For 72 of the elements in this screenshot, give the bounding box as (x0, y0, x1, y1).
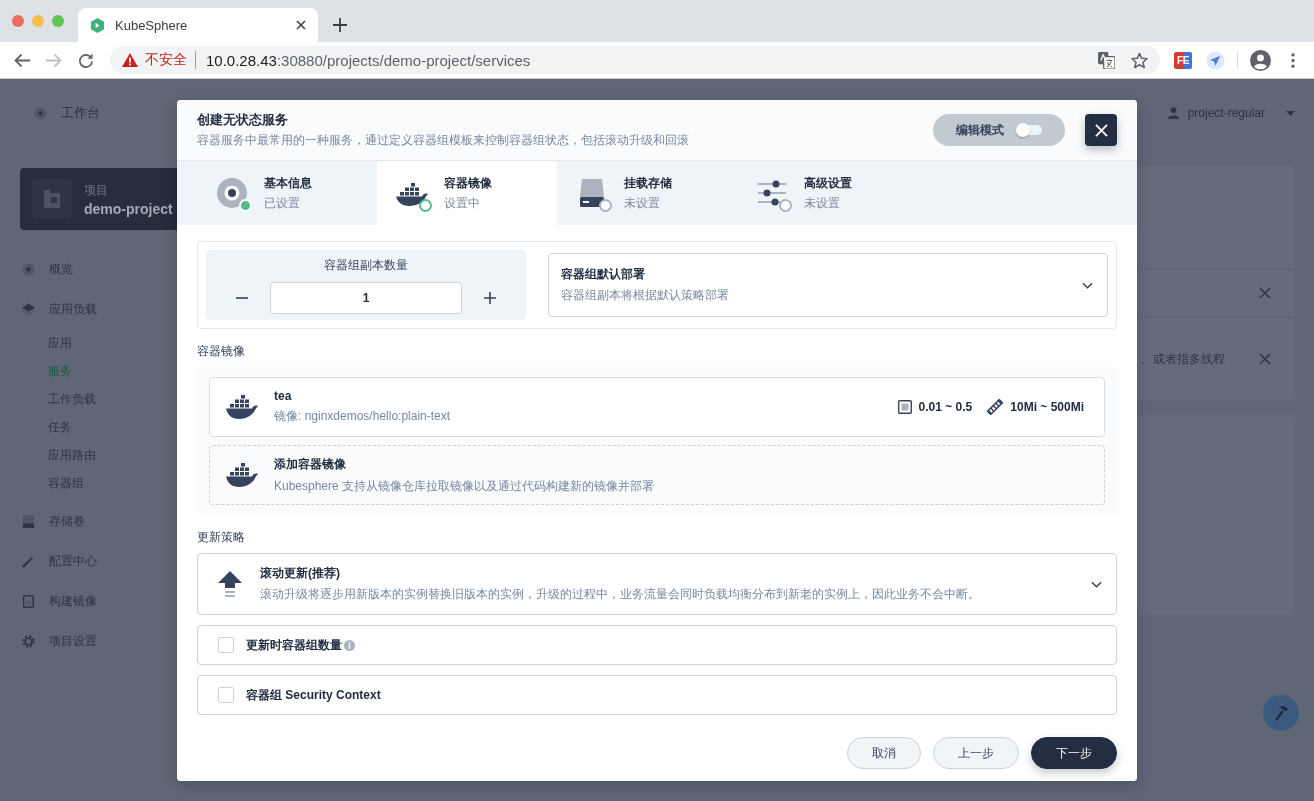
dialog-button[interactable]: 取消 (847, 737, 921, 769)
option-label: 更新时容器组数量 (246, 636, 342, 654)
project-name: demo-project (84, 200, 173, 217)
translate-icon[interactable] (1098, 51, 1115, 69)
add-container-description: Kubesphere 支持从镜像仓库拉取镜像以及通过代码构建新的镜像并部署 (274, 477, 655, 495)
layers-icon (22, 302, 35, 316)
avatar-icon[interactable] (1250, 49, 1271, 71)
step-tab[interactable]: 容器镜像 设置中 (377, 161, 557, 225)
reload-icon (78, 52, 94, 68)
gauge-icon (22, 262, 35, 276)
next-button[interactable]: 下一步 (1031, 737, 1117, 769)
close-icon (1094, 123, 1108, 137)
memory-range: 10Mi ~ 500Mi (1010, 400, 1084, 414)
upload-arrow-icon (218, 571, 242, 597)
tablet-icon (22, 594, 35, 608)
deploy-select[interactable]: 容器组默认部署 容器组副本将根据默认策略部署 (548, 253, 1108, 317)
toolbox-button[interactable] (1263, 695, 1299, 731)
container-image: 镜像: nginxdemos/hello:plain-text (274, 408, 451, 425)
extension-button[interactable]: FE (1174, 51, 1192, 69)
disc-icon (216, 177, 248, 209)
dialog-button[interactable]: 上一步 (933, 737, 1019, 769)
chevron-down-icon (1082, 281, 1093, 289)
whale-icon (226, 463, 258, 487)
address-bar[interactable]: 不安全 10.0.28.43:30880/projects/demo-project/services (110, 46, 1160, 74)
star-icon[interactable] (1131, 51, 1148, 69)
section-label: 更新策略 (197, 529, 245, 546)
plus-icon (484, 291, 496, 304)
close-icon[interactable] (296, 20, 306, 30)
hammer-icon (1273, 705, 1289, 721)
close-window-icon[interactable] (12, 15, 24, 27)
step-tab[interactable]: 挂载存储 未设置 (557, 161, 737, 225)
cpu-range: 0.01 ~ 0.5 (918, 400, 973, 414)
memory-stick-icon (987, 399, 1004, 415)
section-label: 容器镜像 (197, 343, 245, 360)
chevron-down-icon (1091, 580, 1102, 588)
arrow-right-icon (46, 52, 62, 68)
folder-icon (32, 179, 72, 219)
caret-down-icon (1286, 110, 1295, 116)
hexagon-logo-icon (90, 17, 105, 33)
replica-label: 容器组副本数量 (324, 256, 408, 274)
browser-tab[interactable]: KubeSphere (78, 8, 318, 42)
replicas-input[interactable]: 1 (270, 281, 462, 314)
warning-icon (122, 53, 138, 67)
drive-icon (22, 514, 35, 528)
strategy-select[interactable]: 滚动更新(推荐) 滚动升级将逐步用新版本的实例替换旧版本的实例，升级的过程中，业务流量会同时负载均衡分布到新老的实例上，因此业务不会中断。 (197, 553, 1117, 615)
step-tab[interactable]: 高级设置 未设置 (737, 161, 917, 225)
security-indicator[interactable]: 不安全 (122, 49, 187, 71)
plane-icon[interactable] (1206, 50, 1225, 70)
chip-icon (897, 400, 912, 414)
arrow-left-icon (14, 52, 30, 68)
dialog-description: 容器服务中最常用的一种服务，通过定义容器组模板来控制容器组状态，包括滚动升级和回滚 (197, 132, 689, 149)
close-button[interactable] (1085, 114, 1117, 146)
user-icon (1167, 107, 1179, 119)
url-text: 10.0.28.43:30880/projects/demo-project/services (206, 51, 531, 69)
gear-icon (22, 634, 35, 648)
container-name: tea (274, 389, 292, 403)
pen-icon (22, 554, 35, 568)
project-caption: 项目 (84, 181, 109, 199)
edit-mode-button[interactable]: 编辑模式 (933, 114, 1065, 146)
plus-icon[interactable] (333, 18, 347, 32)
gauge-icon (34, 106, 47, 120)
option-label: 容器组 Security Context (246, 686, 381, 704)
toggle-switch[interactable] (1018, 125, 1042, 135)
kebab-menu-icon[interactable] (1291, 52, 1295, 68)
checkbox[interactable] (218, 637, 234, 653)
add-container-card[interactable]: 添加容器镜像 Kubesphere 支持从镜像仓库拉取镜像以及通过代码构建新的镜像并部署 (209, 445, 1105, 505)
container-card[interactable]: tea 镜像: nginxdemos/hello:plain-text 0.01 ~ 0.5 10Mi ~ 500Mi (209, 377, 1105, 437)
add-container-title: 添加容器镜像 (274, 455, 346, 473)
info-icon[interactable] (344, 639, 355, 651)
dialog-title: 创建无状态服务 (197, 111, 288, 129)
whale-icon (226, 395, 258, 419)
checkbox[interactable] (218, 687, 234, 703)
